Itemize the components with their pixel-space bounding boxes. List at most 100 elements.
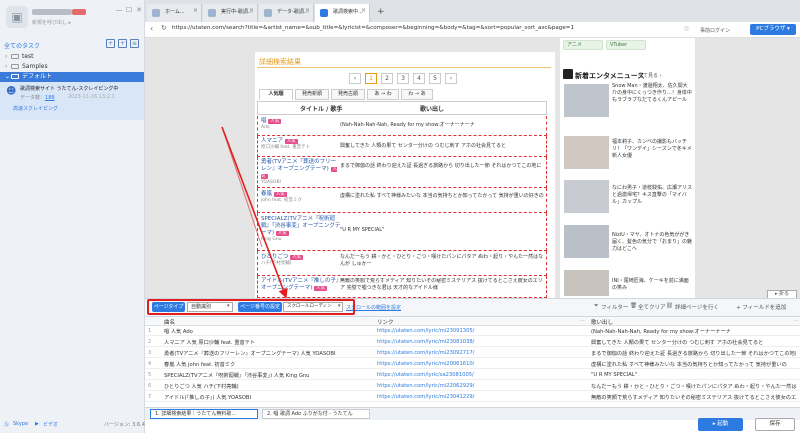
skype-icon[interactable]: Ⓢ — [4, 421, 9, 428]
page-5[interactable]: 5 — [429, 73, 441, 84]
cell-name[interactable]: 唱 人気 Ado — [164, 328, 193, 335]
link-icon[interactable]: ⛓ — [666, 303, 673, 309]
cell-lyric[interactable]: 虚構に塗れた私 すべて神様みたいな 本当の気持ちとか知ってたかって 気持が重いの — [591, 361, 796, 368]
song-row[interactable]: 唱 人気 Ado (Nah-Nah-Nah-Nah, Ready for my … — [257, 116, 547, 136]
filter-icon[interactable]: ⏷ — [594, 303, 598, 310]
user-subtitle[interactable]: 新規を呼び出し ▸ — [32, 19, 71, 26]
cell-link[interactable]: https://utaten.com/lyric/mi23092717/ — [377, 350, 474, 356]
song-artist[interactable]: King Gnu — [261, 237, 341, 243]
sort-tab-z-a[interactable]: わ → あ — [401, 89, 433, 100]
song-row[interactable]: 春嵐 人気 john feat. 初音ミク 虚構に塗れた私 すべて神様みたいな … — [257, 188, 547, 213]
page-next[interactable]: › — [445, 73, 457, 84]
cell-link[interactable]: https://utaten.com/lyric/mi20061610/ — [377, 361, 474, 367]
minimize-icon[interactable]: — — [114, 5, 124, 15]
cell-link[interactable]: https://utaten.com/lyric/sa23081005/ — [377, 372, 474, 378]
page-4[interactable]: 4 — [413, 73, 425, 84]
sort-tab-popular[interactable]: 人気順 — [259, 89, 293, 100]
cell-lyric[interactable]: 興奮してきた 人類の果て センター分けの つむじ刺す アホの社会見てると — [591, 339, 796, 346]
news-thumbnail[interactable] — [564, 225, 609, 258]
close-icon[interactable]: × — [193, 7, 198, 14]
clear-all-button[interactable]: 全てクリア — [638, 303, 666, 311]
column-header-lyric[interactable]: 歌い出し — [591, 318, 613, 326]
url-bar[interactable]: https://utaten.com/search?title=&artist_… — [172, 25, 574, 31]
close-icon[interactable]: × — [305, 7, 310, 14]
filter-button[interactable]: フィルター — [601, 303, 628, 311]
page-1[interactable]: 1 — [365, 73, 377, 84]
cell-name[interactable]: 勇者(TVアニメ『葬送のフリーレン』オープニングテーマ) 人気 YOASOBI — [164, 350, 335, 357]
browser-tab-data[interactable]: データ-歌詞... × — [259, 4, 314, 22]
collapse-icon[interactable]: ≡ — [130, 39, 139, 48]
page-prev[interactable]: ‹ — [349, 73, 361, 84]
tree-folder-test[interactable]: › test — [0, 52, 144, 62]
close-icon[interactable]: × — [249, 7, 254, 14]
star-icon[interactable]: ☆ — [683, 24, 690, 33]
cell-name[interactable]: SPECIALZ(TVアニメ『呪術廻戦』「渋谷事変」) 人気 King Gnu — [164, 372, 309, 379]
back-arrow-icon[interactable]: ‹ — [150, 24, 153, 33]
step-tab-1[interactable]: 1. 詳細検索結果｜うたてん無料歌... — [150, 409, 258, 419]
song-title[interactable]: ひとりごつ 人気 — [261, 254, 341, 261]
column-header-name[interactable]: 曲名 — [164, 318, 175, 326]
add-field-button[interactable]: + フィールドを追加 — [736, 303, 786, 311]
pc-browser-button[interactable]: PCブラウザ ▾ — [750, 24, 796, 35]
cell-name[interactable]: ひとりごつ 人気 ハチ(下村亮輔) — [164, 383, 239, 390]
news-thumbnail[interactable] — [564, 180, 609, 213]
page-3[interactable]: 3 — [397, 73, 409, 84]
news-item[interactable]: なにわ男子・道枝駿佑、広瀬アリスと過激帰宅？キス直撃の「マイバル」カップル — [612, 185, 692, 206]
song-row[interactable]: ひとりごつ 人気 ハチ(下村亮輔) なんだーもう 耕・かと・ひとり・ごつ・嘆けた… — [257, 251, 547, 276]
cell-name[interactable]: アイドル(『推しの子』) 人気 YOASOBI — [164, 394, 251, 401]
new-tab-button[interactable]: + — [377, 7, 385, 17]
new-folder-icon[interactable]: + — [106, 39, 115, 48]
cell-link[interactable]: https://utaten.com/lyric/mi23091305/ — [377, 328, 474, 334]
more-icon[interactable]: ⋯ — [794, 318, 799, 324]
song-artist[interactable]: YOASOBI — [261, 180, 341, 186]
song-artist[interactable]: john feat. 初音ミク — [261, 198, 341, 204]
tag-vtuber[interactable]: VTuber — [606, 40, 646, 50]
news-item[interactable]: Snow Man・渡邊翔太、佐久間大介の身中にくっつき作り…！身体中もラブラブな… — [612, 83, 692, 104]
news-thumbnail[interactable] — [564, 270, 609, 296]
start-button[interactable]: ▸ 起動 — [698, 418, 743, 431]
news-item[interactable]: INI・尾崎匠海、ケーキを前に満面の笑み — [612, 278, 692, 292]
step-tab-2[interactable]: 2. 唱 歌詞 Ado ふりがな付 - うたてん — [262, 409, 370, 419]
song-row[interactable]: アイドル(TVアニメ『推しの子』オープニングテーマ) 人気 無敵の笑顔で荒らすメ… — [257, 276, 547, 298]
song-title[interactable]: 春嵐 人気 — [261, 191, 341, 198]
close-icon[interactable]: ✕ — [134, 5, 144, 15]
trash-icon[interactable]: 🗑 — [630, 303, 637, 309]
song-row[interactable]: 人マニア 人気 原口沙輔 feat. 重音テト 興奮してきた 人類の果て センタ… — [257, 136, 547, 157]
cell-link[interactable]: https://utaten.com/lyric/mi23041229/ — [377, 394, 474, 400]
news-item[interactable]: NiziU・マヤ、オトナの色気ががき届く、髪色の気分で「おまり」の魅力はどこへ — [612, 232, 692, 253]
cell-name[interactable]: 人マニア 人気 原口沙輔 feat. 重音テト — [164, 339, 255, 346]
song-title[interactable]: 人マニア 人気 — [261, 138, 341, 145]
song-title[interactable]: SPECIALZ(TVアニメ『呪術廻戦』「渋谷事変」オープニングテーマ) 人気 — [261, 216, 341, 237]
browser-tab-active[interactable]: 歌詞検索中... × — [315, 4, 370, 22]
sort-tab-newest[interactable]: 発売新順 — [295, 89, 329, 100]
cell-link[interactable]: https://utaten.com/lyric/mi22062929/ — [377, 383, 474, 389]
song-artist[interactable]: 原口沙輔 feat. 重音テト — [261, 145, 341, 151]
maximize-icon[interactable]: ☐ — [124, 5, 134, 15]
video-icon[interactable]: ▶ — [35, 421, 39, 427]
song-artist[interactable]: Ado — [261, 125, 341, 131]
sort-tab-a-z[interactable]: あ → わ — [367, 89, 399, 100]
browser-tab-running[interactable]: 実行中-歌詞... × — [203, 4, 258, 22]
column-header-link[interactable]: リンク — [377, 318, 394, 326]
song-title[interactable]: 勇者(TVアニメ『葬送のフリーレン』オープニングテーマ) 人気 — [261, 159, 341, 180]
skype-link[interactable]: Skype — [13, 421, 28, 427]
song-row[interactable]: SPECIALZ(TVアニメ『呪術廻戦』「渋谷事変」オープニングテーマ) 人気 … — [257, 213, 547, 251]
song-title[interactable]: アイドル(TVアニメ『推しの子』オープニングテーマ) 人気 — [261, 278, 341, 292]
video-link[interactable]: ビデオ — [43, 421, 58, 428]
news-thumbnail[interactable] — [564, 84, 609, 117]
sort-tab-oldest[interactable]: 発売古順 — [331, 89, 365, 100]
news-see-all-link[interactable]: 全て見る › — [638, 72, 662, 79]
news-thumbnail[interactable] — [564, 136, 609, 169]
cell-lyric[interactable]: "U R MY SPECIAL" — [591, 372, 796, 378]
refresh-icon[interactable]: ↻ — [161, 24, 167, 32]
pre-login-link[interactable]: 事前ログイン — [700, 27, 730, 34]
browser-tab-home[interactable]: ホーム... × — [147, 4, 202, 22]
news-item[interactable]: 福本莉子、カンベの撮影もバッチリ！「ワンデイ」シーズンで冬キメ新人女優 — [612, 139, 692, 160]
tree-folder-default[interactable]: ⌄ デフォルト — [0, 72, 144, 82]
more-icon[interactable]: ⋯ — [580, 318, 585, 324]
song-title[interactable]: 唱 人気 — [261, 118, 341, 125]
tag-anime[interactable]: アニメ — [563, 40, 603, 50]
song-artist[interactable]: ハチ(下村亮輔) — [261, 261, 341, 267]
song-row[interactable]: 勇者(TVアニメ『葬送のフリーレン』オープニングテーマ) 人気 YOASOBI … — [257, 157, 547, 188]
cell-lyric[interactable]: 無敵の笑顔で荒らすメディア 知りたいその秘密ミステリアス 抜けてるとこさえ彼女の… — [591, 394, 796, 401]
